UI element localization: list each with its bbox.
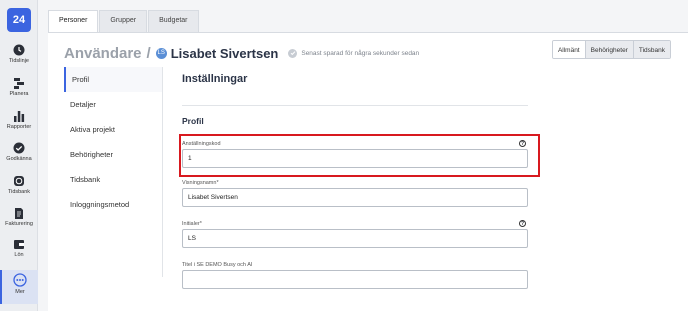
nav-item-fakturering[interactable]: Fakturering: [0, 207, 38, 239]
sidemenu-item-profil[interactable]: Profil: [64, 67, 162, 92]
app-logo[interactable]: 24: [7, 8, 31, 32]
tab-allmant[interactable]: Allmänt: [552, 41, 585, 58]
nav-label: Rapporter: [6, 124, 32, 130]
nav-label: Tidslinje: [9, 58, 29, 64]
nav-label: Planera: [9, 91, 29, 97]
clock-icon: [13, 44, 25, 56]
nav-item-mer[interactable]: Mer: [0, 270, 38, 304]
initials-field: Initialer* ? LS: [182, 220, 528, 248]
display-name-input[interactable]: Lisabet Sivertsen: [182, 188, 528, 207]
check-circle-icon: [13, 142, 25, 154]
nav-item-tidslinje[interactable]: Tidslinje: [0, 44, 38, 76]
more-icon: [13, 273, 27, 287]
nav-item-rapporter[interactable]: Rapporter: [0, 110, 38, 142]
title-input[interactable]: [182, 270, 528, 289]
field-label: Titel i SE DEMO Busy och AI: [182, 262, 253, 268]
invoice-icon: [15, 208, 23, 219]
page-header: Användare / LS Lisabet Sivertsen Senast …: [64, 43, 419, 63]
left-nav: 24 Tidslinje Planera Rapporter Godkänna …: [0, 0, 38, 311]
tab-tidsbank[interactable]: Tidsbank: [632, 41, 670, 58]
saved-text: Senast sparad för några sekunder sedan: [301, 49, 420, 57]
sidemenu-item-tidsbank[interactable]: Tidsbank: [64, 167, 162, 192]
display-name-field: Visningsnamn* Lisabet Sivertsen: [182, 180, 528, 207]
sidemenu-item-aktiva-projekt[interactable]: Aktiva projekt: [64, 117, 162, 142]
nav-label: Godkänna: [6, 156, 32, 162]
section-heading: Profil: [182, 116, 204, 126]
highlight-box: [179, 134, 540, 177]
tab-personer[interactable]: Personer: [48, 10, 99, 32]
side-menu: Profil Detaljer Aktiva projekt Behörighe…: [64, 67, 163, 277]
settings-content: Inställningar Profil: [182, 73, 528, 126]
nav-label: Fakturering: [5, 221, 33, 227]
nav-item-godkanna[interactable]: Godkänna: [0, 142, 38, 174]
bar-chart-icon: [14, 111, 25, 122]
sidemenu-item-detaljer[interactable]: Detaljer: [64, 92, 162, 117]
sidemenu-item-inloggningsmetod[interactable]: Inloggningsmetod: [64, 192, 162, 217]
wallet-icon: [14, 240, 24, 249]
initials-input[interactable]: LS: [182, 229, 528, 248]
tab-grupper[interactable]: Grupper: [99, 10, 148, 32]
field-label: Visningsnamn*: [182, 180, 219, 186]
tab-behorigheter[interactable]: Behörigheter: [584, 41, 633, 58]
breadcrumb-separator: /: [146, 44, 151, 62]
settings-title: Inställningar: [182, 73, 248, 85]
nav-item-lon[interactable]: Lön: [0, 238, 38, 270]
nav-item-planera[interactable]: Planera: [0, 77, 38, 109]
tab-budgetar[interactable]: Budgetar: [148, 10, 199, 32]
nav-item-tidsbank[interactable]: Tidsbank: [0, 175, 38, 207]
planning-icon: [14, 78, 24, 89]
saved-check-icon: [288, 48, 298, 58]
nav-label: Mer: [15, 289, 25, 295]
divider: [182, 105, 528, 106]
nav-label: Lön: [14, 252, 24, 258]
title-field: Titel i SE DEMO Busy och AI: [182, 262, 528, 289]
help-icon[interactable]: ?: [519, 220, 526, 227]
page-title: Lisabet Sivertsen: [170, 45, 279, 61]
save-status: Senast sparad för några sekunder sedan: [288, 48, 420, 58]
section-tabs: Allmänt Behörigheter Tidsbank: [551, 40, 671, 59]
nav-label: Tidsbank: [7, 189, 31, 195]
field-label: Initialer*: [182, 221, 202, 227]
avatar: LS: [155, 47, 167, 59]
sidemenu-item-behorigheter[interactable]: Behörigheter: [64, 142, 162, 167]
timebank-icon: [14, 176, 24, 186]
breadcrumb-users[interactable]: Användare: [64, 45, 142, 62]
top-tabs: Personer Grupper Budgetar: [48, 10, 200, 32]
